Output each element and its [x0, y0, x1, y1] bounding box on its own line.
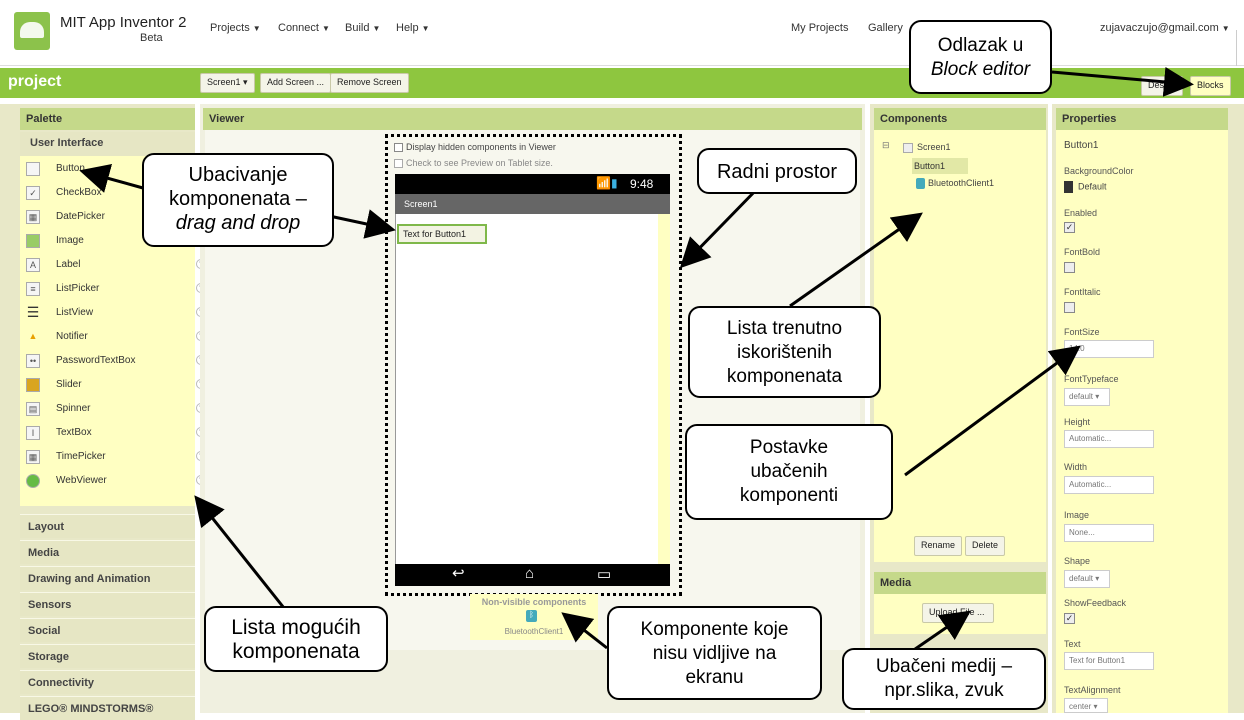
callout-drag-and-drop: Ubacivanje komponenata – drag and drop [142, 153, 334, 247]
callout-component-settings: Postavke ubačenih komponenti [685, 424, 893, 520]
callout-nonvisible-components: Komponente koje nisu vidljive na ekranu [607, 606, 822, 700]
callout-block-editor: Odlazak u Block editor [909, 20, 1052, 94]
callout-media: Ubačeni medij – npr.slika, zvuk [842, 648, 1046, 710]
callout-possible-components: Lista mogućih komponenata [204, 606, 388, 672]
callout-workspace: Radni prostor [697, 148, 857, 194]
callout-used-components: Lista trenutno iskorištenih komponenata [688, 306, 881, 398]
